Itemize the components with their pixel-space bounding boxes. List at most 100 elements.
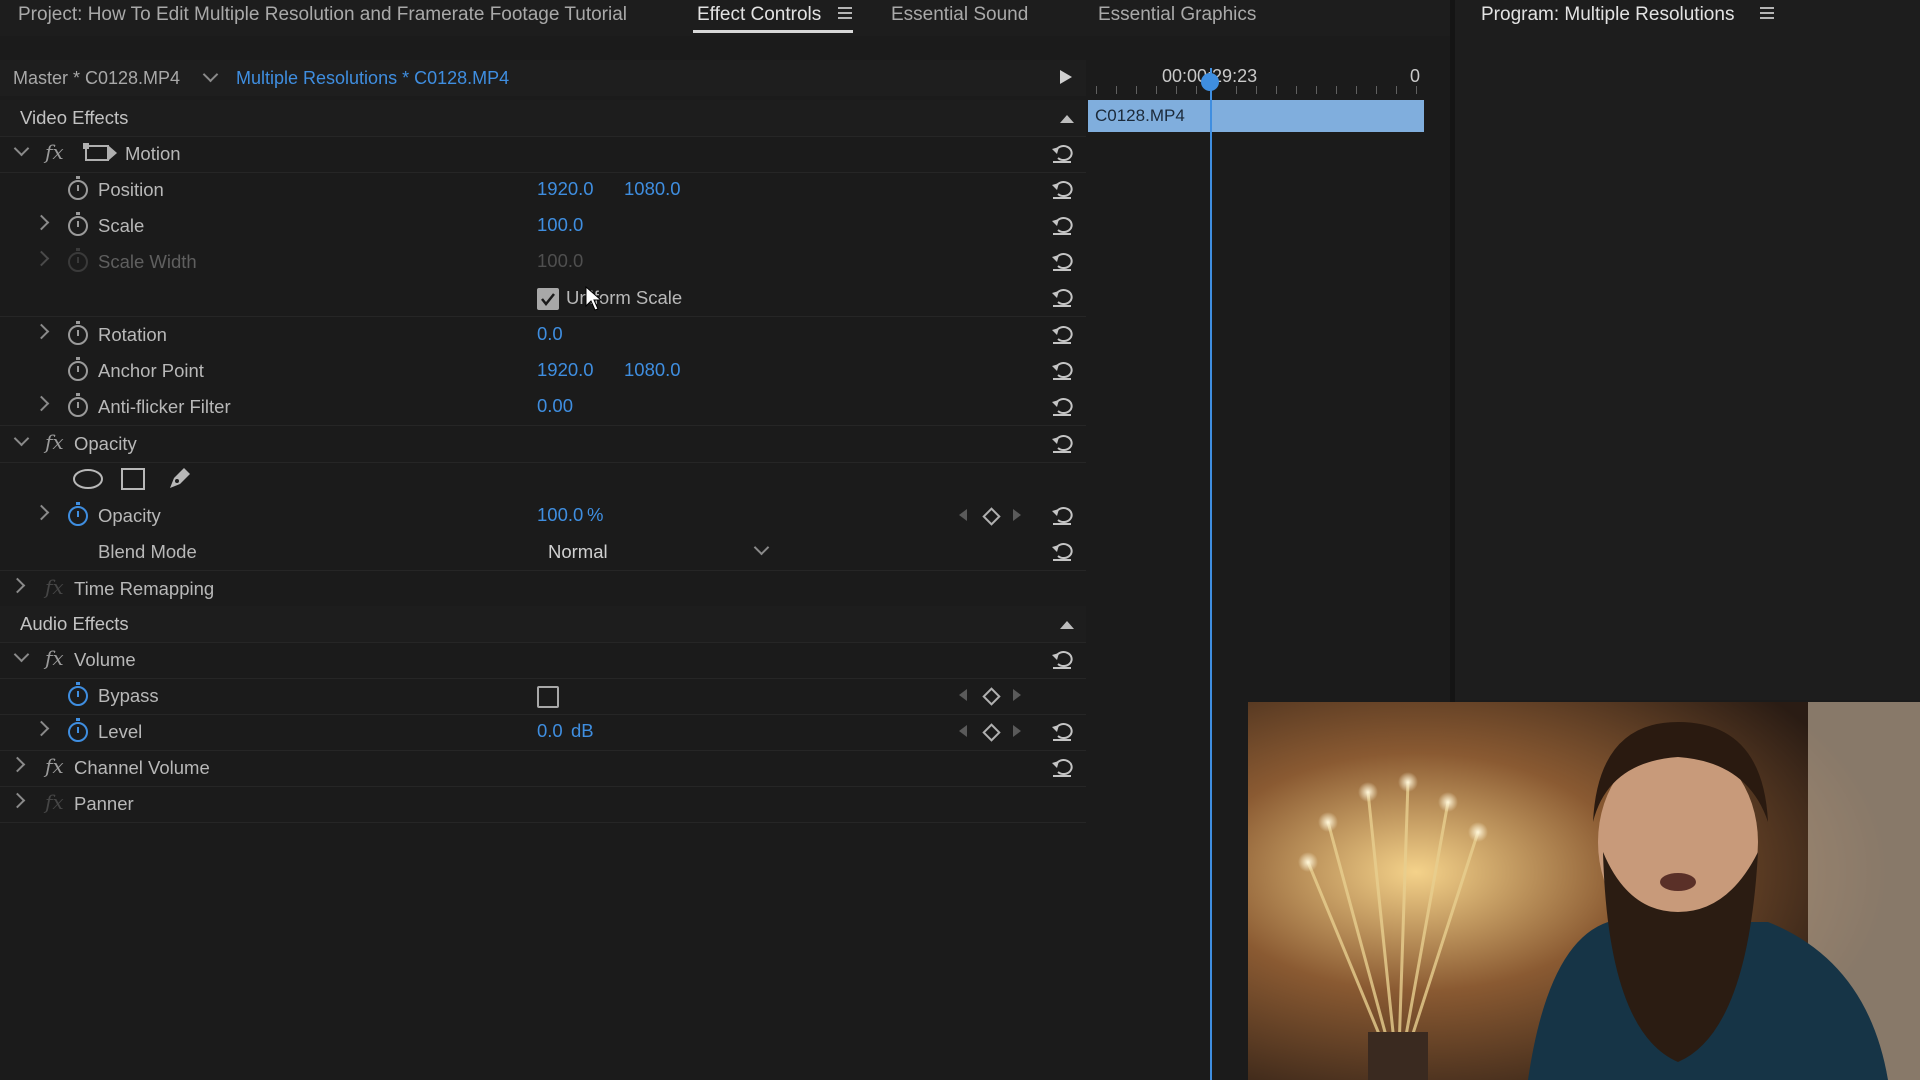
rectangle-mask-icon[interactable]	[120, 467, 146, 491]
anchor-x-value[interactable]: 1920.0	[537, 359, 594, 381]
fx-icon[interactable]: fx	[45, 140, 64, 164]
reset-icon[interactable]	[1050, 322, 1074, 346]
reset-icon[interactable]	[1050, 177, 1074, 201]
transform-icon[interactable]	[83, 142, 117, 164]
rotation-value[interactable]: 0.0	[537, 323, 563, 345]
fx-icon[interactable]: fx	[45, 646, 64, 670]
fx-icon[interactable]: fx	[45, 430, 64, 454]
effect-volume[interactable]: fx Volume	[0, 642, 1086, 679]
stopwatch-icon[interactable]	[68, 718, 88, 742]
reset-icon[interactable]	[1050, 719, 1074, 743]
panel-menu-icon[interactable]	[1760, 7, 1774, 21]
effect-channel-volume[interactable]: fx Channel Volume	[0, 750, 1086, 787]
collapse-up-icon[interactable]	[1060, 115, 1074, 123]
audio-effects-title: Audio Effects	[20, 613, 129, 634]
stopwatch-icon[interactable]	[68, 212, 88, 236]
master-clip-label[interactable]: Master * C0128.MP4	[13, 68, 180, 89]
add-keyframe-icon[interactable]	[982, 687, 1001, 706]
chevron-right-icon[interactable]	[9, 577, 26, 594]
property-position: Position 1920.0 1080.0	[0, 172, 1086, 208]
anti-flicker-value[interactable]: 0.00	[537, 395, 573, 417]
stopwatch-icon[interactable]	[68, 321, 88, 345]
effect-motion[interactable]: fx Motion	[0, 136, 1086, 173]
channel-volume-label: Channel Volume	[74, 757, 210, 778]
panel-menu-icon[interactable]	[838, 7, 852, 21]
playhead-handle[interactable]	[1201, 73, 1219, 91]
reset-icon[interactable]	[1050, 755, 1074, 779]
chevron-right-icon[interactable]	[33, 323, 50, 340]
property-scale-width: Scale Width 100.0	[0, 244, 1086, 280]
chevron-down-icon[interactable]	[202, 66, 219, 83]
previous-keyframe-icon[interactable]	[959, 689, 967, 701]
clip-name: C0128.MP4	[1095, 106, 1185, 125]
effect-panner[interactable]: fx Panner	[0, 786, 1086, 823]
blend-mode-dropdown[interactable]: Normal	[538, 536, 774, 566]
reset-icon[interactable]	[1050, 249, 1074, 273]
sequence-clip-label[interactable]: Multiple Resolutions * C0128.MP4	[236, 68, 509, 89]
next-keyframe-icon[interactable]	[1013, 689, 1021, 701]
stopwatch-icon[interactable]	[68, 682, 88, 706]
program-monitor-title[interactable]: Program: Multiple Resolutions	[1481, 4, 1734, 26]
fx-icon: fx	[45, 790, 64, 814]
chevron-right-icon[interactable]	[33, 395, 50, 412]
program-monitor-panel: Program: Multiple Resolutions	[1455, 0, 1920, 700]
reset-icon[interactable]	[1050, 141, 1074, 165]
source-bar: Master * C0128.MP4 Multiple Resolutions …	[0, 60, 1086, 96]
collapse-up-icon[interactable]	[1060, 621, 1074, 629]
play-triangle-icon[interactable]	[1060, 70, 1072, 84]
chevron-right-icon[interactable]	[9, 756, 26, 773]
pen-mask-icon[interactable]	[166, 466, 192, 492]
next-keyframe-icon[interactable]	[1013, 725, 1021, 737]
chevron-down-icon[interactable]	[13, 646, 30, 663]
anchor-y-value[interactable]: 1080.0	[624, 359, 681, 381]
add-keyframe-icon[interactable]	[982, 723, 1001, 742]
tab-essential-graphics[interactable]: Essential Graphics	[1098, 4, 1256, 26]
opacity-effect-label: Opacity	[74, 433, 137, 454]
reset-icon[interactable]	[1050, 358, 1074, 382]
chevron-right-icon[interactable]	[33, 720, 50, 737]
rotation-label: Rotation	[98, 324, 167, 345]
property-level: Level 0.0 dB	[0, 714, 1086, 751]
next-keyframe-icon[interactable]	[1013, 509, 1021, 521]
position-x-value[interactable]: 1920.0	[537, 178, 594, 200]
playhead-line[interactable]	[1210, 68, 1212, 1080]
uniform-scale-checkbox[interactable]	[537, 288, 559, 310]
reset-icon[interactable]	[1050, 285, 1074, 309]
fx-icon[interactable]: fx	[45, 754, 64, 778]
level-unit: dB	[571, 720, 594, 741]
stopwatch-icon[interactable]	[68, 393, 88, 417]
stopwatch-icon[interactable]	[68, 357, 88, 381]
opacity-value[interactable]: 100.0	[537, 504, 583, 526]
reset-icon[interactable]	[1050, 431, 1074, 455]
reset-icon[interactable]	[1050, 213, 1074, 237]
uniform-scale-label[interactable]: Uniform Scale	[566, 287, 682, 309]
project-title[interactable]: Project: How To Edit Multiple Resolution…	[18, 4, 627, 26]
tab-essential-sound[interactable]: Essential Sound	[891, 4, 1028, 26]
timeline-clip[interactable]: C0128.MP4	[1088, 100, 1424, 132]
effect-time-remapping[interactable]: fx Time Remapping	[0, 571, 1086, 608]
add-keyframe-icon[interactable]	[982, 507, 1001, 526]
bypass-checkbox[interactable]	[537, 686, 559, 708]
tab-effect-controls[interactable]: Effect Controls	[697, 4, 821, 26]
previous-keyframe-icon[interactable]	[959, 725, 967, 737]
reset-icon[interactable]	[1050, 503, 1074, 527]
scale-value[interactable]: 100.0	[537, 214, 583, 236]
level-value[interactable]: 0.0	[537, 720, 563, 742]
stopwatch-icon[interactable]	[68, 176, 88, 200]
reset-icon[interactable]	[1050, 539, 1074, 563]
effect-opacity[interactable]: fx Opacity	[0, 426, 1086, 463]
time-ruler[interactable]: 00:00:29:23 0	[1088, 38, 1450, 98]
position-y-value[interactable]: 1080.0	[624, 178, 681, 200]
chevron-down-icon[interactable]	[13, 430, 30, 447]
scale-width-label: Scale Width	[98, 251, 197, 272]
previous-keyframe-icon[interactable]	[959, 509, 967, 521]
chevron-down-icon[interactable]	[13, 140, 30, 157]
chevron-right-icon[interactable]	[33, 250, 50, 267]
ellipse-mask-icon[interactable]	[72, 468, 104, 490]
chevron-right-icon[interactable]	[33, 504, 50, 521]
reset-icon[interactable]	[1050, 647, 1074, 671]
chevron-right-icon[interactable]	[33, 214, 50, 231]
stopwatch-icon[interactable]	[68, 502, 88, 526]
reset-icon[interactable]	[1050, 394, 1074, 418]
chevron-right-icon[interactable]	[9, 792, 26, 809]
